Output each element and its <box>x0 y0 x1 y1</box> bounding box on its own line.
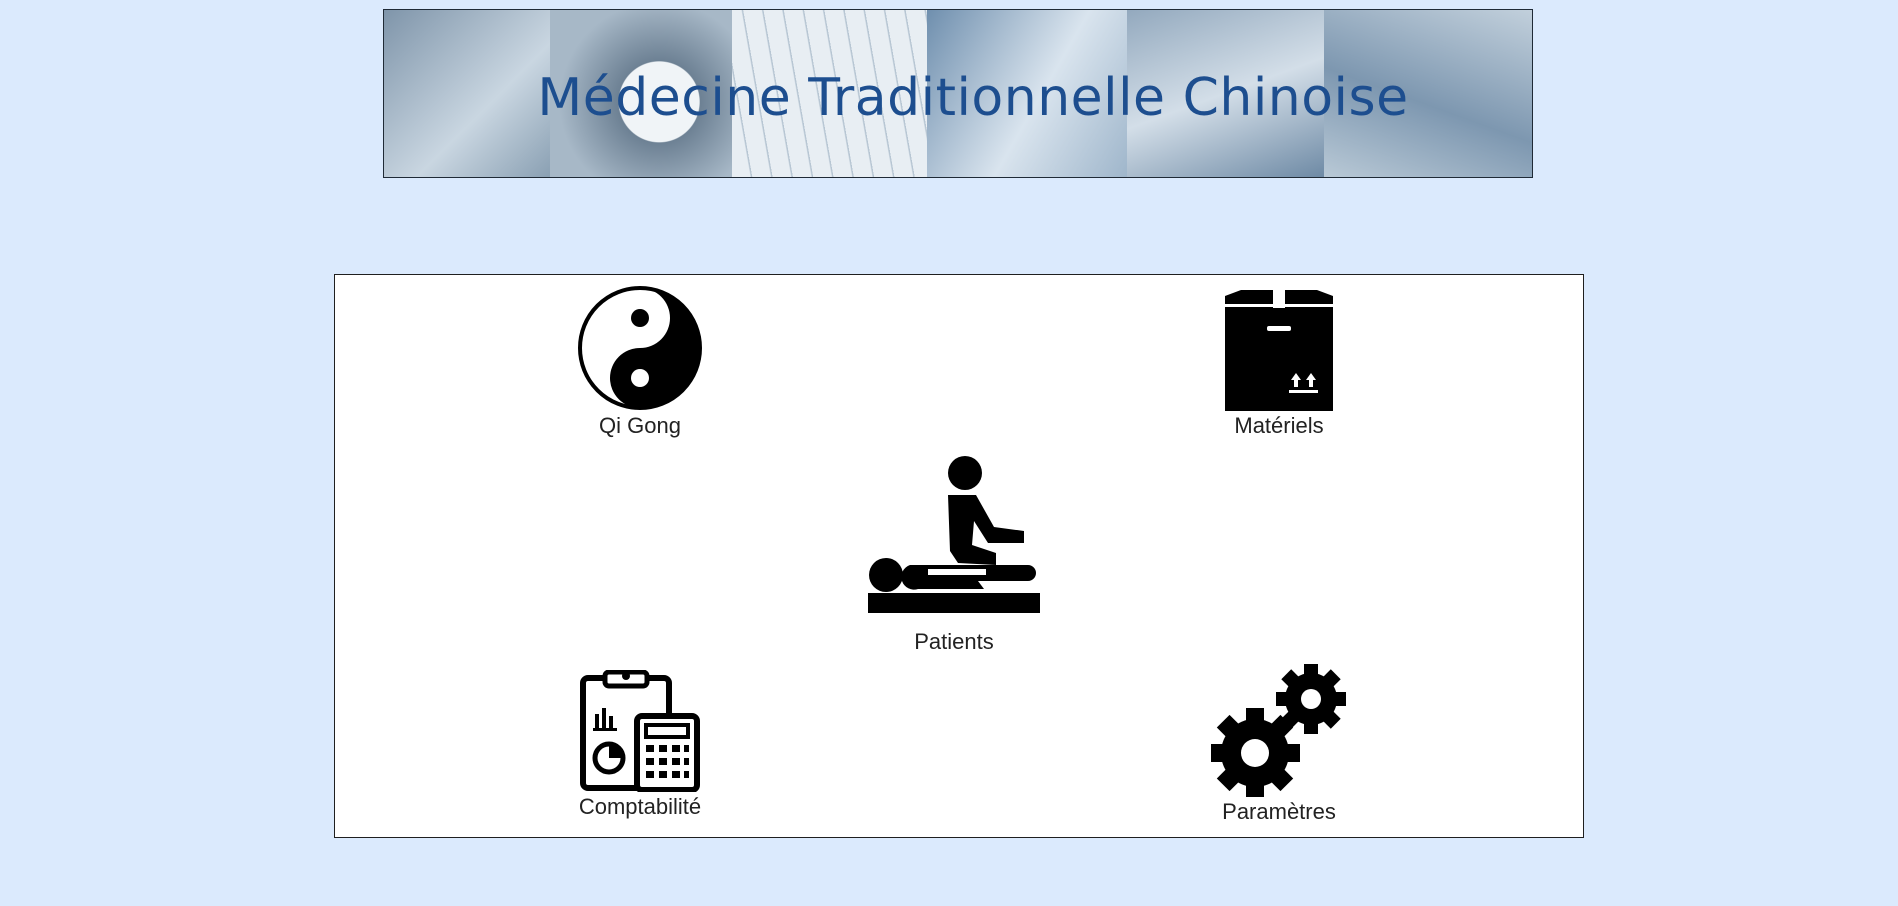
header-banner: Médecine Traditionnelle Chinoise <box>383 9 1533 178</box>
box-icon <box>1221 290 1337 411</box>
yin-yang-icon <box>578 286 702 410</box>
menu-label-comptabilite: Comptabilité <box>578 794 702 819</box>
menu-item-qigong[interactable]: Qi Gong <box>560 285 720 439</box>
menu-label-qigong: Qi Gong <box>599 413 681 438</box>
menu-label-parametres: Paramètres <box>1222 799 1336 824</box>
menu-label-materiels: Matériels <box>1234 413 1324 438</box>
menu-item-patients[interactable]: Patients <box>859 455 1049 655</box>
massage-icon <box>868 456 1040 613</box>
menu-label-patients: Patients <box>914 629 994 654</box>
main-menu: Qi Gong Matériels Patients Comptabilité … <box>334 274 1584 838</box>
menu-item-comptabilite[interactable]: Comptabilité <box>555 670 725 820</box>
page-title: Médecine Traditionnelle Chinoise <box>537 68 1409 128</box>
menu-item-materiels[interactable]: Matériels <box>1199 290 1359 439</box>
accounting-icon <box>580 670 700 792</box>
menu-item-parametres[interactable]: Paramètres <box>1209 663 1349 825</box>
gears-icon <box>1211 664 1346 797</box>
